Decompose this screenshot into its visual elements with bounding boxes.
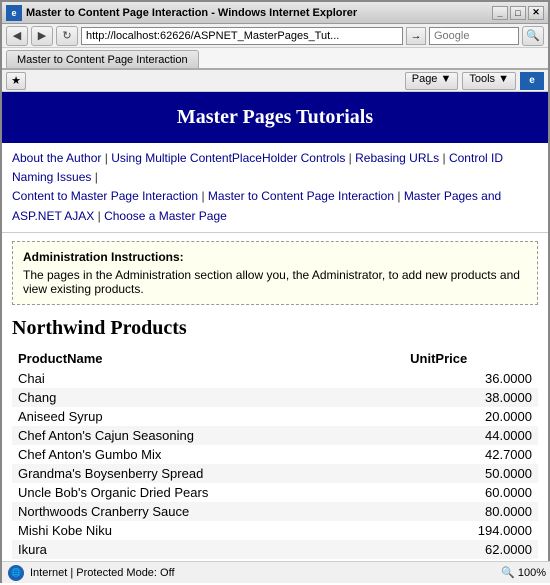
status-bar: 🌐 Internet | Protected Mode: Off 🔍 100% bbox=[2, 561, 550, 583]
col-header-name: ProductName bbox=[12, 348, 404, 369]
col-header-price: UnitPrice bbox=[404, 348, 538, 369]
product-price: 194.0000 bbox=[404, 521, 538, 540]
product-name: Chai bbox=[12, 369, 404, 388]
table-row: Chef Anton's Cajun Seasoning44.0000 bbox=[12, 426, 538, 445]
table-row: Aniseed Syrup20.0000 bbox=[12, 407, 538, 426]
address-bar: ◀ ▶ ↻ → 🔍 bbox=[2, 24, 548, 48]
status-icon: 🌐 bbox=[8, 565, 24, 581]
page-button[interactable]: Page ▼ bbox=[405, 72, 459, 90]
products-section: Northwind Products ProductName UnitPrice… bbox=[2, 313, 548, 578]
nav-links: About the Author | Using Multiple Conten… bbox=[2, 143, 548, 233]
table-row: Mishi Kobe Niku194.0000 bbox=[12, 521, 538, 540]
close-button[interactable]: ✕ bbox=[528, 6, 544, 20]
product-price: 62.0000 bbox=[404, 540, 538, 559]
table-row: Ikura62.0000 bbox=[12, 540, 538, 559]
products-title: Northwind Products bbox=[12, 317, 538, 340]
product-name: Northwoods Cranberry Sauce bbox=[12, 502, 404, 521]
title-bar: e Master to Content Page Interaction - W… bbox=[2, 2, 548, 24]
admin-body: The pages in the Administration section … bbox=[23, 268, 527, 296]
product-price: 42.7000 bbox=[404, 445, 538, 464]
ie-icon: e bbox=[6, 5, 22, 21]
maximize-button[interactable]: □ bbox=[510, 6, 526, 20]
status-text: Internet | Protected Mode: Off bbox=[30, 567, 495, 579]
search-button[interactable]: 🔍 bbox=[522, 26, 544, 46]
product-price: 36.0000 bbox=[404, 369, 538, 388]
page-content: Master Pages Tutorials About the Author … bbox=[2, 92, 548, 585]
window-title: Master to Content Page Interaction - Win… bbox=[26, 7, 492, 19]
back-button[interactable]: ◀ bbox=[6, 26, 28, 46]
nav-link-content-master[interactable]: Content to Master Page Interaction bbox=[12, 189, 198, 203]
product-price: 80.0000 bbox=[404, 502, 538, 521]
main-banner: Master Pages Tutorials bbox=[2, 92, 548, 143]
product-name: Grandma's Boysenberry Spread bbox=[12, 464, 404, 483]
tab-bar: Master to Content Page Interaction bbox=[2, 48, 548, 70]
product-price: 38.0000 bbox=[404, 388, 538, 407]
table-row: Chef Anton's Gumbo Mix42.7000 bbox=[12, 445, 538, 464]
product-name: Chef Anton's Gumbo Mix bbox=[12, 445, 404, 464]
tools-button[interactable]: Tools ▼ bbox=[462, 72, 516, 90]
banner-title: Master Pages Tutorials bbox=[177, 106, 373, 128]
product-name: Ikura bbox=[12, 540, 404, 559]
table-row: Northwoods Cranberry Sauce80.0000 bbox=[12, 502, 538, 521]
status-right: 🔍 100% bbox=[501, 566, 546, 579]
admin-box: Administration Instructions: The pages i… bbox=[12, 241, 538, 305]
tab-label: Master to Content Page Interaction bbox=[17, 54, 188, 66]
nav-link-about[interactable]: About the Author bbox=[12, 151, 101, 165]
admin-title: Administration Instructions: bbox=[23, 250, 527, 264]
table-row: Chang38.0000 bbox=[12, 388, 538, 407]
zoom-level[interactable]: 🔍 100% bbox=[501, 566, 546, 579]
product-price: 50.0000 bbox=[404, 464, 538, 483]
favorites-button[interactable]: ★ bbox=[6, 72, 26, 90]
nav-link-multiple[interactable]: Using Multiple ContentPlaceHolder Contro… bbox=[111, 151, 345, 165]
ie-logo: e bbox=[520, 72, 544, 90]
product-price: 44.0000 bbox=[404, 426, 538, 445]
address-input[interactable] bbox=[81, 27, 403, 45]
table-row: Chai36.0000 bbox=[12, 369, 538, 388]
active-tab[interactable]: Master to Content Page Interaction bbox=[6, 50, 199, 68]
forward-button[interactable]: ▶ bbox=[31, 26, 53, 46]
table-row: Uncle Bob's Organic Dried Pears60.0000 bbox=[12, 483, 538, 502]
product-name: Mishi Kobe Niku bbox=[12, 521, 404, 540]
product-name: Chef Anton's Cajun Seasoning bbox=[12, 426, 404, 445]
products-table: ProductName UnitPrice Chai36.0000Chang38… bbox=[12, 348, 538, 578]
nav-link-choose-master[interactable]: Choose a Master Page bbox=[104, 209, 227, 223]
product-price: 60.0000 bbox=[404, 483, 538, 502]
toolbar: ★ Page ▼ Tools ▼ e bbox=[2, 70, 548, 92]
product-name: Uncle Bob's Organic Dried Pears bbox=[12, 483, 404, 502]
product-price: 20.0000 bbox=[404, 407, 538, 426]
refresh-button[interactable]: ↻ bbox=[56, 26, 78, 46]
window-controls[interactable]: _ □ ✕ bbox=[492, 6, 544, 20]
product-name: Chang bbox=[12, 388, 404, 407]
nav-link-master-content[interactable]: Master to Content Page Interaction bbox=[208, 189, 394, 203]
product-name: Aniseed Syrup bbox=[12, 407, 404, 426]
table-row: Grandma's Boysenberry Spread50.0000 bbox=[12, 464, 538, 483]
nav-link-rebasing[interactable]: Rebasing URLs bbox=[355, 151, 439, 165]
go-button[interactable]: → bbox=[406, 27, 426, 45]
minimize-button[interactable]: _ bbox=[492, 6, 508, 20]
search-input[interactable] bbox=[429, 27, 519, 45]
